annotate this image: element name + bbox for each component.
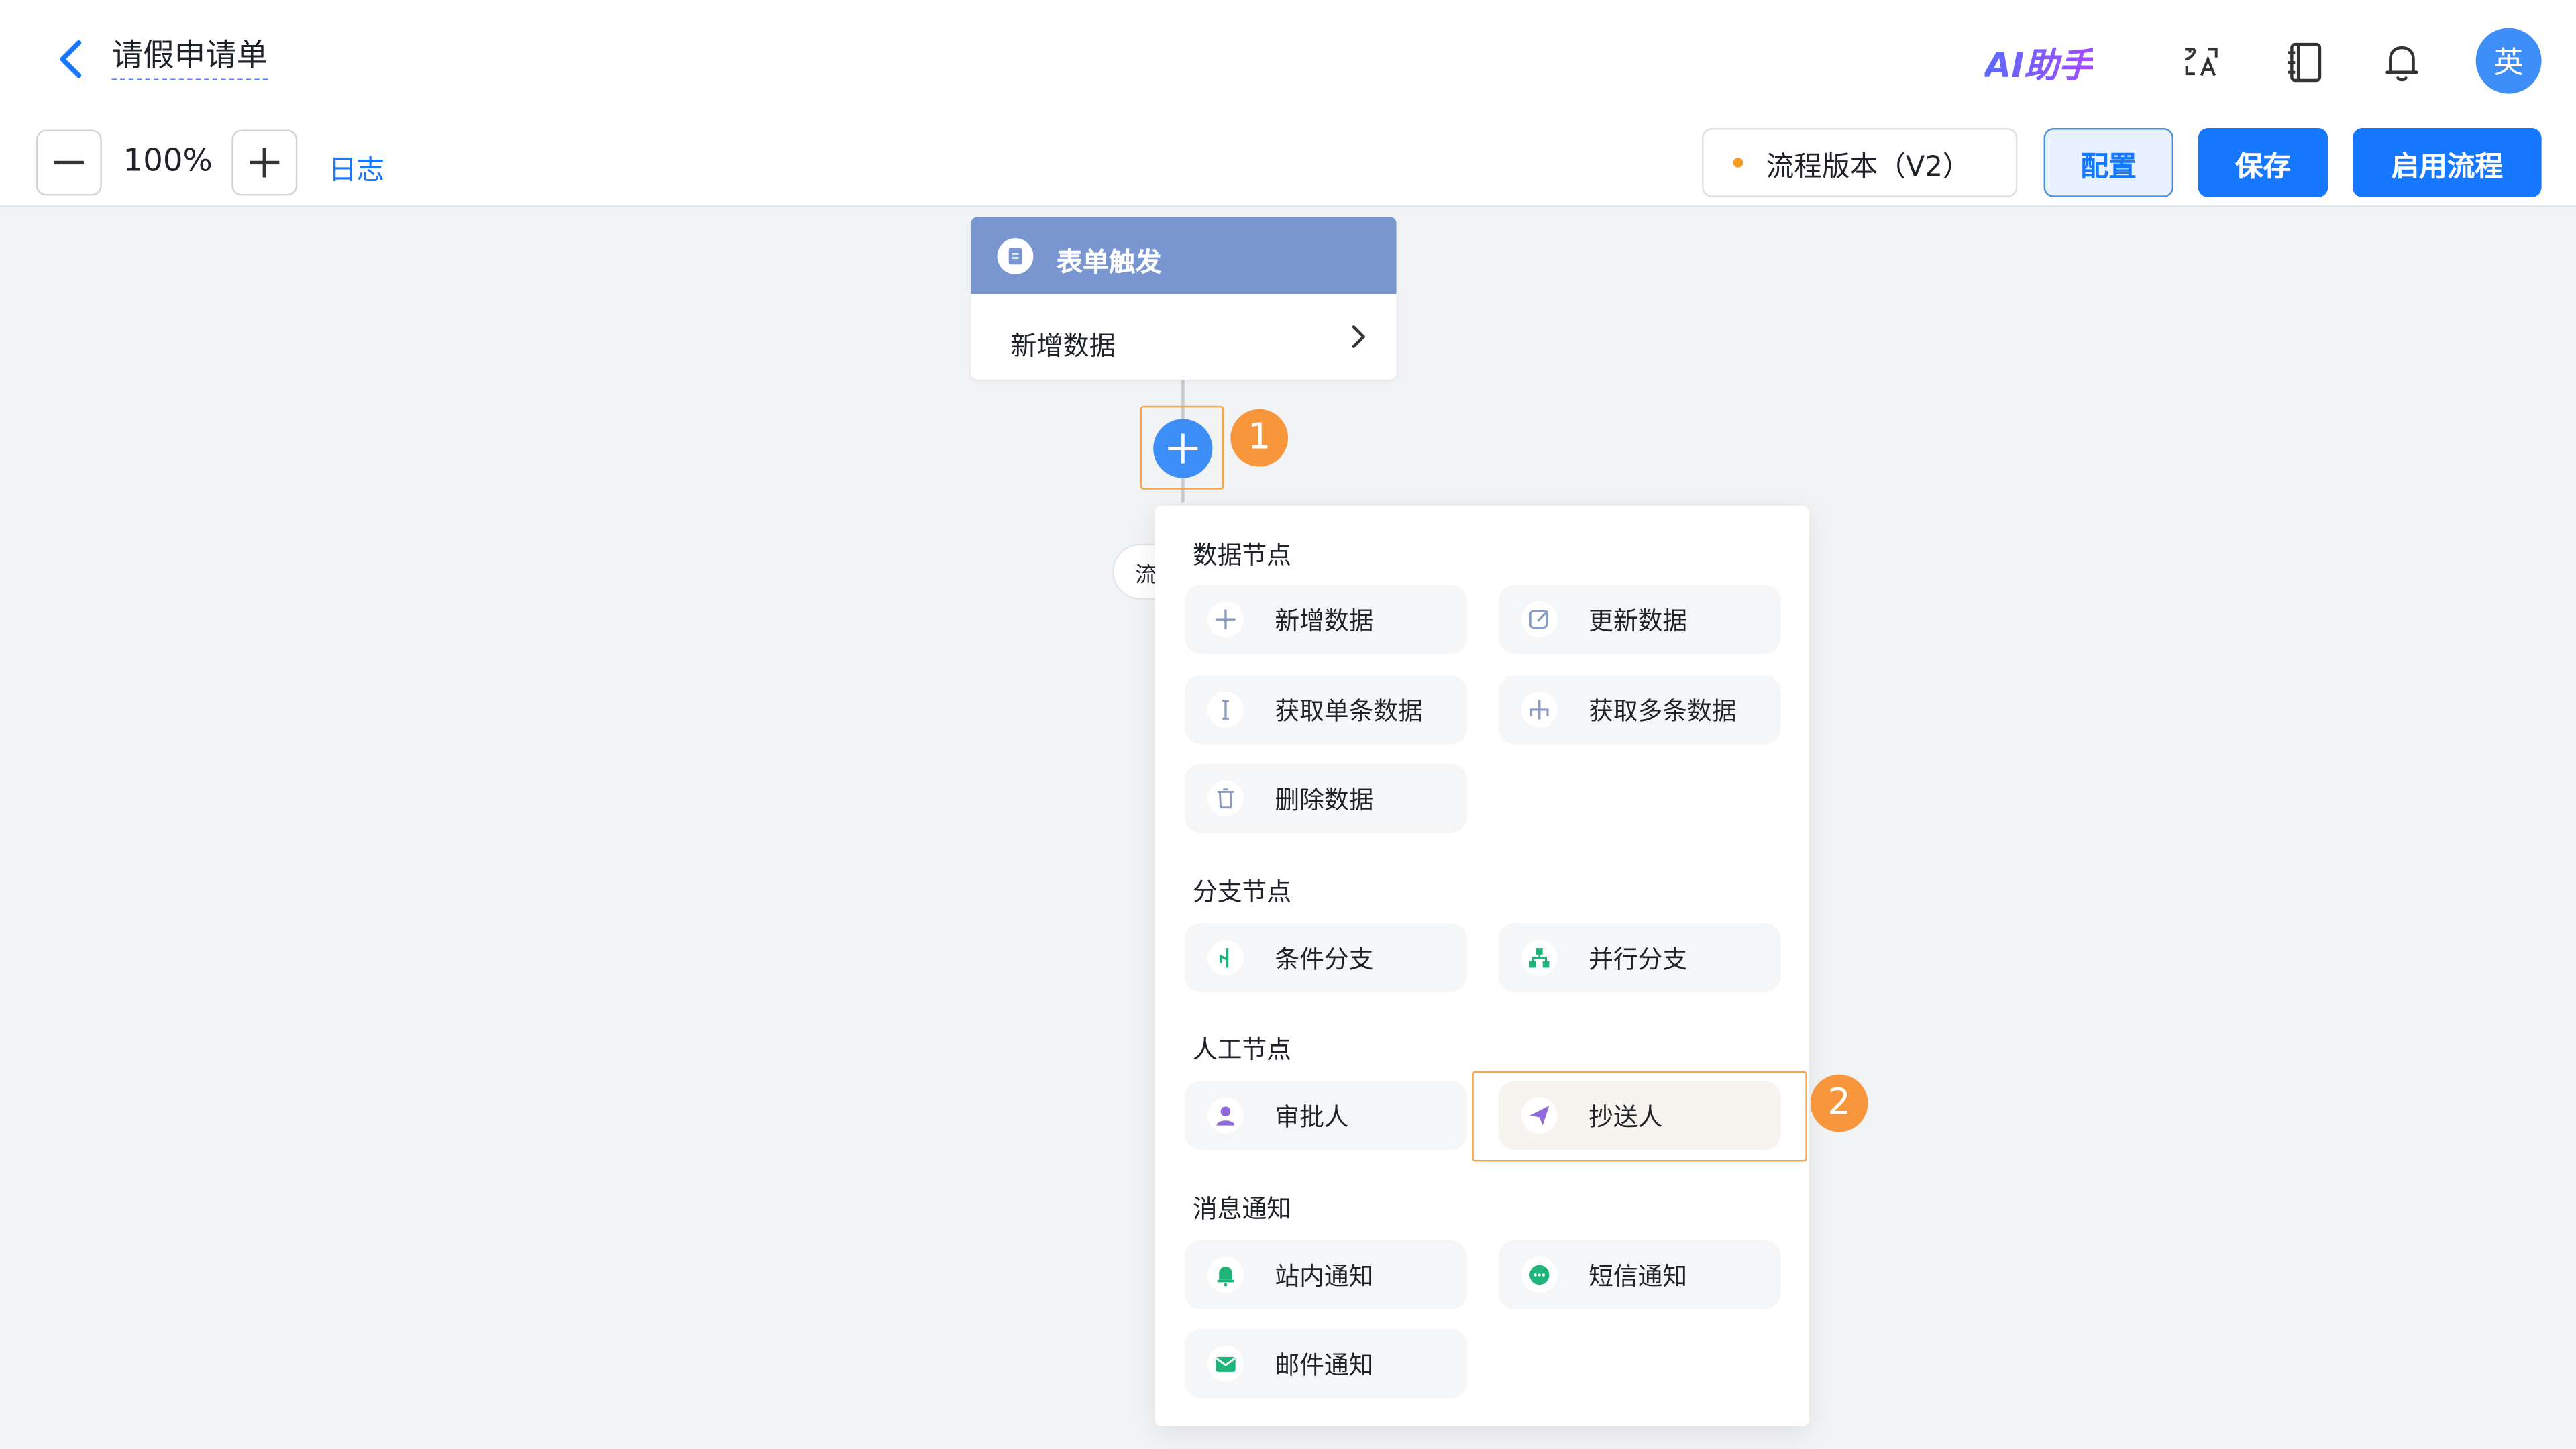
version-label: 流程版本（V2） bbox=[1766, 150, 1971, 184]
bell-icon[interactable] bbox=[2379, 40, 2425, 86]
parallel-branch-icon bbox=[1521, 939, 1558, 976]
menu-item-label: 邮件通知 bbox=[1275, 1350, 1374, 1381]
section-title-notify: 消息通知 bbox=[1192, 1194, 1291, 1224]
enable-flow-button[interactable]: 启用流程 bbox=[2352, 128, 2542, 197]
translate-icon[interactable] bbox=[2178, 40, 2224, 86]
chat-icon bbox=[1521, 1256, 1558, 1293]
menu-item-label: 新增数据 bbox=[1275, 606, 1374, 636]
top-header: 请假申请单 AI助手 英 bbox=[0, 0, 2576, 120]
user-avatar[interactable]: 英 bbox=[2475, 28, 2542, 94]
trash-icon bbox=[1208, 780, 1244, 817]
minus-icon bbox=[54, 160, 84, 165]
save-button[interactable]: 保存 bbox=[2198, 128, 2328, 197]
menu-item-label: 并行分支 bbox=[1589, 945, 1688, 975]
plus-icon bbox=[250, 148, 280, 178]
menu-item-email-notify[interactable]: 邮件通知 bbox=[1184, 1329, 1467, 1399]
trigger-node[interactable]: 表单触发 新增数据 bbox=[971, 217, 1397, 380]
toolbar bbox=[0, 119, 2576, 207]
menu-item-add-data[interactable]: 新增数据 bbox=[1184, 584, 1467, 654]
condition-branch-icon bbox=[1208, 939, 1244, 976]
menu-item-inbox-notify[interactable]: 站内通知 bbox=[1184, 1240, 1467, 1309]
menu-item-label: 更新数据 bbox=[1589, 606, 1688, 636]
menu-item-label: 获取多条数据 bbox=[1589, 696, 1737, 727]
menu-item-update-data[interactable]: 更新数据 bbox=[1498, 584, 1781, 654]
edit-icon bbox=[1521, 601, 1558, 638]
plus-icon bbox=[1208, 601, 1244, 638]
cc-item-highlight bbox=[1472, 1071, 1807, 1162]
menu-item-label: 获取单条数据 bbox=[1275, 696, 1423, 727]
menu-item-delete-data[interactable]: 删除数据 bbox=[1184, 763, 1467, 833]
step-badge-2: 2 bbox=[1810, 1074, 1868, 1132]
config-button[interactable]: 配置 bbox=[2043, 128, 2174, 197]
mail-icon bbox=[1208, 1345, 1244, 1382]
section-title-data: 数据节点 bbox=[1192, 540, 1291, 570]
trigger-node-header: 表单触发 bbox=[971, 217, 1397, 294]
menu-item-approver[interactable]: 审批人 bbox=[1184, 1081, 1467, 1150]
user-icon bbox=[1208, 1097, 1244, 1134]
trigger-node-action: 新增数据 bbox=[1010, 330, 1116, 362]
version-status-dot bbox=[1733, 158, 1743, 168]
single-line-icon bbox=[1208, 692, 1244, 728]
menu-item-sms-notify[interactable]: 短信通知 bbox=[1498, 1240, 1781, 1309]
step-badge-1: 1 bbox=[1230, 409, 1289, 467]
menu-item-label: 条件分支 bbox=[1275, 945, 1374, 975]
menu-item-label: 审批人 bbox=[1275, 1102, 1349, 1132]
zoom-out-button[interactable] bbox=[36, 129, 102, 196]
trigger-node-title: 表单触发 bbox=[1056, 246, 1162, 278]
menu-item-parallel-branch[interactable]: 并行分支 bbox=[1498, 923, 1781, 993]
version-select[interactable]: 流程版本（V2） bbox=[1702, 128, 2018, 197]
zoom-in-button[interactable] bbox=[231, 129, 298, 196]
back-arrow-icon[interactable] bbox=[49, 36, 95, 83]
notebook-icon[interactable] bbox=[2282, 40, 2328, 86]
log-link[interactable]: 日志 bbox=[329, 146, 384, 187]
section-title-branch: 分支节点 bbox=[1192, 877, 1291, 907]
form-icon bbox=[997, 238, 1034, 274]
plus-icon bbox=[1168, 433, 1198, 464]
zoom-level: 100% bbox=[123, 143, 213, 179]
chevron-right-icon bbox=[1352, 325, 1365, 348]
node-type-menu: 数据节点 新增数据 更新数据 获取单条数据 获取多条数据 删除数据 分支节点 条… bbox=[1155, 506, 1809, 1426]
menu-item-condition-branch[interactable]: 条件分支 bbox=[1184, 923, 1467, 993]
page-title[interactable]: 请假申请单 bbox=[111, 32, 268, 81]
menu-item-label: 站内通知 bbox=[1275, 1261, 1374, 1291]
menu-item-get-multi-data[interactable]: 获取多条数据 bbox=[1498, 675, 1781, 745]
menu-item-label: 删除数据 bbox=[1275, 785, 1374, 815]
menu-item-get-single-data[interactable]: 获取单条数据 bbox=[1184, 675, 1467, 745]
ai-assistant-button[interactable]: AI助手 bbox=[1984, 40, 2093, 89]
add-node-button[interactable] bbox=[1153, 419, 1213, 478]
section-title-manual: 人工节点 bbox=[1192, 1034, 1291, 1065]
multi-branch-icon bbox=[1521, 692, 1558, 728]
menu-item-label: 短信通知 bbox=[1589, 1261, 1688, 1291]
bell-icon bbox=[1208, 1256, 1244, 1293]
